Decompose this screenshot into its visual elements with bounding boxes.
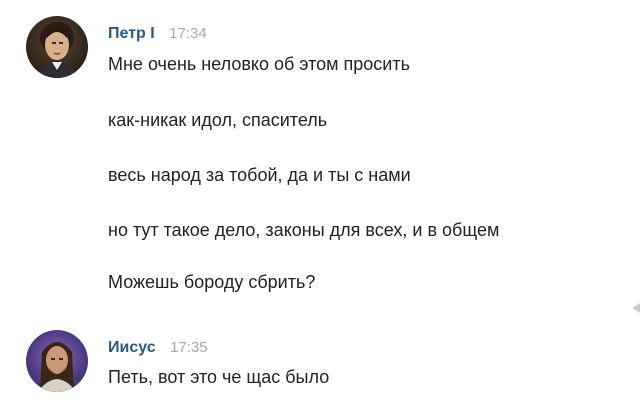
message-line: Можешь бороду сбрить?: [108, 272, 316, 292]
avatar[interactable]: [26, 330, 88, 392]
message-line: Петь, вот это че щас было: [108, 367, 330, 387]
message-header: Иисус 17:35: [108, 338, 208, 358]
message-line: весь народ за тобой, да и ты с нами: [108, 165, 411, 185]
author-name[interactable]: Петр I: [108, 25, 155, 42]
author-name[interactable]: Иисус: [108, 339, 156, 356]
portrait-avatar-jesus-icon: [26, 330, 88, 392]
chat-history: Петр I 17:34 Мне очень неловко об этом п…: [0, 0, 640, 413]
message-time: 17:35: [170, 339, 208, 356]
scroll-marker-icon: [632, 300, 640, 313]
avatar[interactable]: [26, 16, 88, 78]
message-time: 17:34: [169, 25, 207, 42]
portrait-avatar-peter-icon: [26, 16, 88, 78]
message-line: Мне очень неловко об этом просить: [108, 54, 410, 74]
message-line: как-никак идол, спаситель: [108, 110, 328, 130]
message-header: Петр I 17:34: [108, 24, 207, 44]
message-line: но тут такое дело, законы для всех, и в …: [108, 220, 500, 240]
